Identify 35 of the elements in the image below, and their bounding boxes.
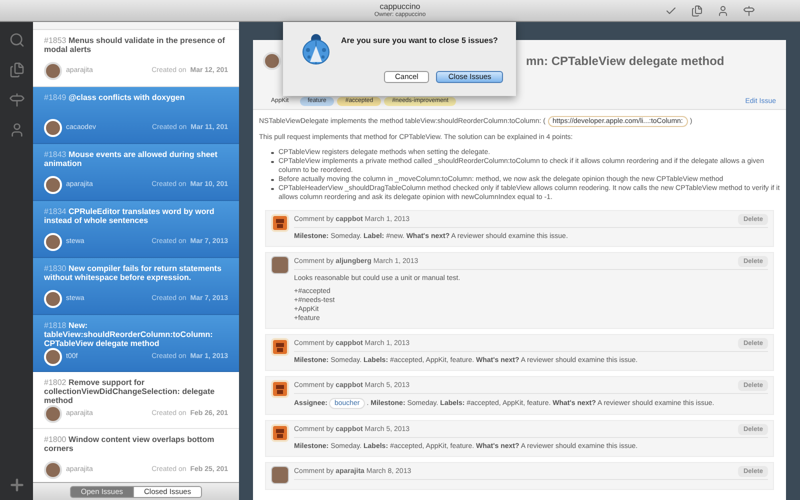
- issue-heading: #1802 Remove support for collectionViewDidChangeSelection: delegate method: [44, 378, 216, 405]
- issue-heading: #1830 New compiler fails for return statements without whitespace before expression.: [44, 264, 222, 282]
- avatar-placeholder: [44, 176, 62, 194]
- avatar-placeholder: [44, 290, 62, 308]
- robot-avatar-icon: [271, 214, 289, 232]
- files-icon[interactable]: [691, 5, 703, 17]
- avatar-placeholder: [44, 233, 62, 251]
- robot-avatar-icon: [271, 424, 289, 442]
- avatar-placeholder: [44, 405, 62, 423]
- window-title: cappuccino: [380, 3, 420, 11]
- avatar-placeholder: [44, 119, 62, 137]
- robot-avatar-icon: [271, 380, 289, 398]
- issue-heading: #1800 Window content view overlaps bottom corners: [44, 435, 216, 453]
- issue-heading: #1853 Menus should validate in the presence of modal alerts: [44, 36, 226, 54]
- check-icon[interactable]: [665, 5, 677, 17]
- user-icon[interactable]: [8, 122, 24, 138]
- signpost-icon[interactable]: [8, 92, 24, 108]
- search-icon[interactable]: [8, 32, 24, 48]
- issue-heading: #1818 New: tableView:shouldReorderColumn:toColumn: CPTableView delegate method: [44, 321, 214, 348]
- avatar-placeholder: [263, 52, 281, 70]
- files-icon[interactable]: [8, 62, 24, 78]
- add-icon[interactable]: [8, 476, 26, 494]
- avatar-placeholder: [271, 256, 289, 274]
- issue-title: mn: CPTableView delegate method: [526, 53, 724, 70]
- dialog-message: Are you sure you want to close 5 issues?: [341, 35, 499, 47]
- avatar-placeholder: [44, 62, 62, 80]
- issue-heading: #1843 Mouse events are allowed during sheet animation: [44, 150, 218, 168]
- signpost-icon[interactable]: [743, 5, 755, 17]
- avatar-placeholder: [271, 466, 289, 484]
- avatar-placeholder: [44, 461, 62, 479]
- avatar-placeholder: [44, 348, 62, 366]
- user-icon[interactable]: [717, 5, 729, 17]
- issue-heading: #1834 CPRuleEditor translates word by word instead of whole sentences: [44, 207, 216, 225]
- robot-avatar-icon: [271, 338, 289, 356]
- issue-heading: #1849 @class conflicts with doxygen: [44, 93, 186, 102]
